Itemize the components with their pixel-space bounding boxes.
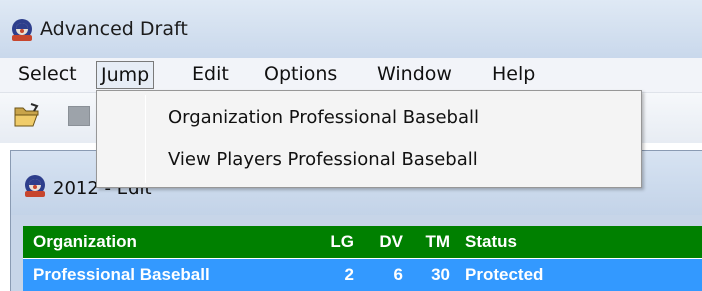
menu-edit[interactable]: Edit <box>188 61 233 89</box>
open-folder-icon[interactable] <box>13 102 43 128</box>
baseball-app-icon <box>12 19 32 41</box>
menu-window[interactable]: Window <box>373 61 456 89</box>
cell-dv: 6 <box>393 265 403 284</box>
cell-lg: 2 <box>344 265 354 284</box>
menu-item-organization[interactable]: Organization Professional Baseball <box>168 107 479 128</box>
window-title: Advanced Draft <box>40 18 188 40</box>
column-header-dv[interactable]: DV <box>363 232 403 252</box>
disabled-button-icon[interactable] <box>68 106 90 126</box>
column-header-organization[interactable]: Organization <box>33 232 137 252</box>
column-header-tm[interactable]: TM <box>410 232 450 252</box>
menu-select[interactable]: Select <box>14 61 81 89</box>
cell-tm: 30 <box>431 265 450 284</box>
menu-icon-gutter <box>145 95 146 183</box>
title-bar: Advanced Draft <box>0 0 702 58</box>
column-header-lg[interactable]: LG <box>324 232 354 252</box>
menu-jump[interactable]: Jump <box>96 61 155 89</box>
menu-item-view-players[interactable]: View Players Professional Baseball <box>168 149 478 170</box>
column-header-status[interactable]: Status <box>465 232 517 252</box>
menu-bar: Select Jump Edit Options Window Help <box>0 58 702 93</box>
menu-options[interactable]: Options <box>260 61 341 89</box>
organization-grid: Organization LG DV TM Status Professiona… <box>23 226 702 291</box>
cell-organization: Professional Baseball <box>33 265 210 284</box>
table-row[interactable]: Professional Baseball 2 6 30 Protected <box>23 259 702 291</box>
baseball-app-icon <box>25 175 45 197</box>
cell-status: Protected <box>465 265 544 284</box>
menu-help[interactable]: Help <box>488 61 539 89</box>
grid-header: Organization LG DV TM Status <box>23 226 702 258</box>
jump-dropdown-menu: Organization Professional Baseball View … <box>96 90 642 188</box>
